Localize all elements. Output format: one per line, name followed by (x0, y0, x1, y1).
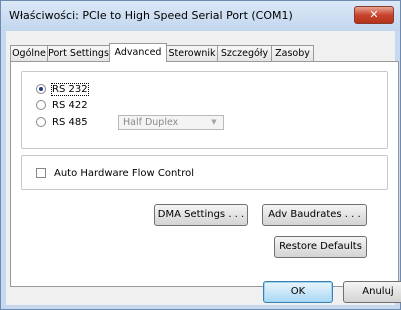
ok-button[interactable]: OK (263, 281, 333, 303)
chevron-down-icon: ▼ (211, 118, 217, 126)
restore-defaults-button[interactable]: Restore Defaults (274, 236, 367, 258)
radio-rs422[interactable]: RS 422 (36, 98, 88, 112)
window-title: Właściwości: PCIe to High Speed Serial P… (9, 9, 293, 22)
auto-flow-control-box[interactable] (36, 168, 46, 178)
adv-baudrates-button[interactable]: Adv Baudrates . . . (262, 204, 367, 226)
title-bar[interactable]: Właściwości: PCIe to High Speed Serial P… (1, 1, 400, 31)
auto-flow-control-checkbox[interactable]: Auto Hardware Flow Control (36, 166, 194, 180)
radio-rs422-button[interactable] (36, 100, 46, 110)
advanced-tab-panel: RS 232 RS 422 RS 485 Half Duplex ▼ Auto … (10, 61, 399, 287)
radio-rs485-button[interactable] (36, 117, 46, 127)
duplex-select: Half Duplex ▼ (118, 115, 224, 130)
tab-szczegoly[interactable]: Szczegóły (217, 45, 272, 61)
tab-advanced[interactable]: Advanced (109, 43, 167, 62)
radio-rs485-label[interactable]: RS 485 (52, 117, 88, 128)
radio-rs232[interactable]: RS 232 (36, 82, 89, 96)
tab-sterownik[interactable]: Sterownik (166, 45, 218, 61)
flow-control-group: Auto Hardware Flow Control (21, 155, 388, 190)
close-icon: ✕ (369, 8, 379, 21)
close-button[interactable]: ✕ (354, 6, 394, 24)
radio-rs485[interactable]: RS 485 Half Duplex ▼ (36, 115, 236, 130)
tab-zasoby[interactable]: Zasoby (271, 45, 314, 61)
radio-rs232-label[interactable]: RS 232 (51, 82, 89, 96)
radio-rs232-button[interactable] (36, 84, 46, 94)
dialog-client-area: Ogólne Port Settings Advanced Sterownik … (6, 31, 401, 305)
tab-ogolne[interactable]: Ogólne (10, 45, 48, 61)
cancel-button[interactable]: Anuluj (343, 281, 401, 303)
duplex-select-value: Half Duplex (123, 117, 179, 128)
tab-port-settings[interactable]: Port Settings (47, 45, 110, 61)
dma-settings-button[interactable]: DMA Settings . . . (154, 204, 248, 226)
auto-flow-control-label[interactable]: Auto Hardware Flow Control (54, 168, 194, 179)
interface-mode-group: RS 232 RS 422 RS 485 Half Duplex ▼ (21, 71, 388, 149)
properties-dialog: Właściwości: PCIe to High Speed Serial P… (0, 0, 401, 310)
radio-rs422-label[interactable]: RS 422 (52, 100, 88, 111)
